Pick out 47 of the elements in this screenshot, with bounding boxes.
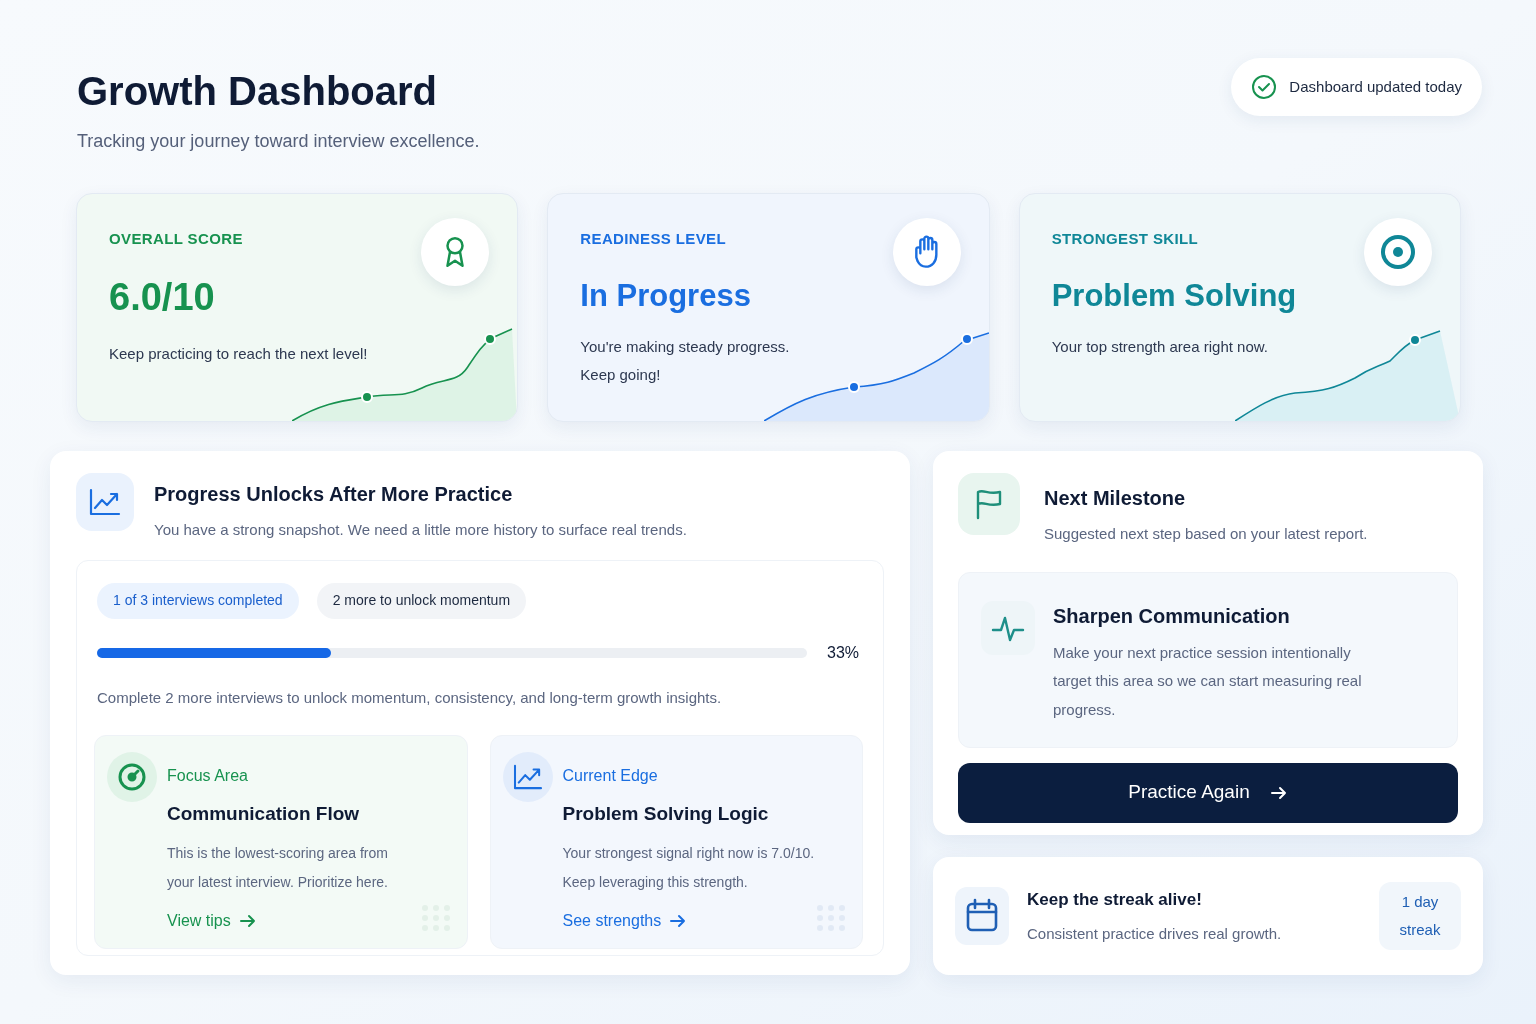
check-circle-icon	[1251, 74, 1278, 100]
stat-description: You're making steady progress.	[580, 337, 791, 357]
stat-value: 6.0/10	[109, 274, 216, 320]
panel-subtitle: Suggested next step based on your latest report.	[1044, 524, 1368, 544]
progress-pill: 2 more to unlock momentum	[316, 582, 527, 619]
card-description: Your strongest signal right now is 7.0/10.	[562, 843, 815, 863]
arrow-right-icon	[669, 913, 688, 928]
card-title: Communication Flow	[167, 802, 361, 826]
stat-description: Keep practicing to reach the next level!	[109, 343, 369, 364]
trend-chart-icon	[89, 488, 121, 516]
progress-pill: 1 of 3 interviews completed	[97, 582, 299, 619]
arrow-right-icon	[1269, 785, 1288, 800]
progress-percent: 33%	[827, 642, 861, 663]
streak-text: Consistent practice drives real growth.	[1027, 923, 1283, 944]
card-eyebrow: Current Edge	[562, 766, 659, 786]
streak-badge: 1 day streak	[1379, 882, 1461, 950]
streak-title: Keep the streak alive!	[1027, 889, 1203, 911]
page-subtitle: Tracking your journey toward interview excellence.	[77, 130, 480, 153]
target-icon	[1380, 234, 1416, 270]
status-text: Dashboard updated today	[1289, 76, 1462, 97]
suggestion-title: Sharpen Communication	[1053, 603, 1291, 629]
stat-description: Keep going!	[580, 365, 662, 385]
label-text: STRONGEST SKILL	[1051, 229, 1200, 249]
stat-value: Problem Solving	[1051, 276, 1298, 315]
card-eyebrow: Focus Area	[167, 766, 249, 786]
progress-note: Complete 2 more interviews to unlock momentum, consistency, and long-term growth insights.	[97, 687, 723, 708]
label-text: READINESS LEVEL	[580, 229, 727, 249]
practice-again-button[interactable]: Practice Again	[958, 762, 1458, 823]
card-description: This is the lowest-scoring area from	[167, 843, 388, 863]
card-description: your latest interview. Prioritize here.	[167, 872, 388, 892]
flag-icon	[974, 488, 1004, 520]
gauge-icon	[117, 762, 147, 792]
stat-description: Your top strength area right now.	[1051, 337, 1269, 357]
trend-chart-icon	[512, 764, 543, 790]
card-link[interactable]: See strengths	[562, 908, 815, 933]
label-text: OVERALL SCORE	[109, 229, 244, 249]
card-description: Keep leveraging this strength.	[562, 872, 749, 892]
page-title: Growth Dashboard	[77, 68, 439, 114]
suggestion-text: Make your next practice session intentionally target this area so we can start measuring real progress.	[1053, 642, 1363, 720]
card-link[interactable]: View tips	[167, 908, 388, 933]
stat-value: In Progress	[580, 276, 752, 315]
calendar-icon	[965, 898, 999, 934]
card-title: Problem Solving Logic	[562, 802, 770, 826]
panel-title: Next Milestone	[1044, 486, 1187, 511]
panel-title: Progress Unlocks After More Practice	[154, 482, 514, 507]
arrow-right-icon	[238, 913, 257, 928]
panel-subtitle: You have a strong snapshot. We need a little more history to surface real trends.	[154, 520, 687, 540]
